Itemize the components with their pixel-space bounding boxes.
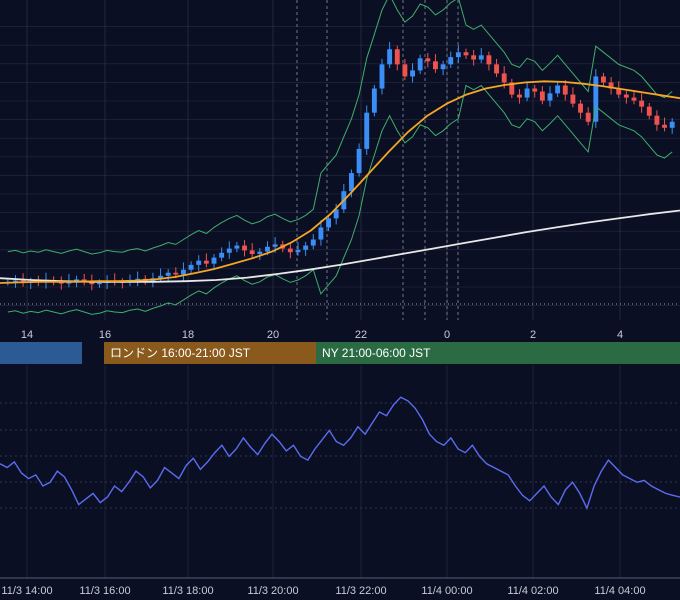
x-tick-label: 22 xyxy=(355,329,367,341)
candle-body xyxy=(310,239,316,246)
candle-body xyxy=(364,112,370,149)
candle-body xyxy=(524,88,530,98)
candle-body xyxy=(417,58,423,71)
candle-body xyxy=(356,148,362,174)
candle-body xyxy=(570,94,576,104)
candle-body xyxy=(211,257,217,264)
candle-body xyxy=(646,106,652,116)
candle-body xyxy=(402,64,408,77)
candle-body xyxy=(219,252,225,258)
candle-body xyxy=(326,218,331,228)
candle-body xyxy=(532,88,538,92)
candle-body xyxy=(562,85,568,95)
x-tick-label: 2 xyxy=(530,329,536,341)
candle-body xyxy=(501,73,507,83)
candle-body xyxy=(303,245,309,250)
candle-body xyxy=(639,100,645,107)
x-tick-label: 14 xyxy=(21,329,33,341)
time-axis-label: 11/4 02:00 xyxy=(507,585,558,597)
candle-body xyxy=(448,57,454,65)
time-axis-label: 11/3 16:00 xyxy=(79,585,130,597)
session-label-london: ロンドン 16:00-21:00 JST xyxy=(110,346,251,360)
candle-body xyxy=(387,49,393,65)
candle-body xyxy=(196,260,202,265)
candle-body xyxy=(623,94,629,98)
candle-body xyxy=(371,88,377,113)
candle-body xyxy=(318,227,324,240)
session-bar-tokyo xyxy=(0,342,82,364)
candle-body xyxy=(249,250,255,255)
candle-body xyxy=(654,115,660,125)
bollinger-upper-line xyxy=(7,0,673,255)
x-tick-label: 4 xyxy=(617,329,623,341)
candle-body xyxy=(242,245,247,251)
x-tick-label: 18 xyxy=(182,329,194,341)
time-axis-label: 11/4 04:00 xyxy=(594,585,645,597)
candle-body xyxy=(433,61,438,70)
candle-body xyxy=(494,64,499,74)
time-axis-label: 11/3 22:00 xyxy=(335,585,386,597)
x-tick-label: 0 xyxy=(444,329,450,341)
candle-body xyxy=(165,272,171,276)
candle-body xyxy=(547,93,553,101)
candle-body xyxy=(410,70,415,77)
candle-body xyxy=(394,49,400,65)
session-label-ny: NY 21:00-06:00 JST xyxy=(322,346,431,360)
chart-canvas: 14 16 18 20 22 0 2 4 11/3 14:00 11/3 16:00 11/3 18… xyxy=(0,0,680,597)
candle-body xyxy=(379,64,385,89)
candle-body xyxy=(97,283,102,285)
candle-body xyxy=(440,64,446,70)
time-axis-label: 11/3 14:00 xyxy=(1,585,52,597)
ma-short-line xyxy=(0,80,680,284)
candle-body xyxy=(203,260,209,264)
candle-body xyxy=(272,244,278,247)
candle-body xyxy=(181,269,186,275)
candle-body xyxy=(539,91,545,101)
candle-body xyxy=(585,112,591,122)
time-axis-label: 11/3 20:00 xyxy=(247,585,298,597)
ma-long-line xyxy=(0,209,680,283)
candle-body xyxy=(226,248,232,253)
candle-body xyxy=(486,55,492,65)
candle-body xyxy=(173,272,179,275)
candle-body xyxy=(287,248,293,253)
candle-body xyxy=(188,264,194,270)
candle-body xyxy=(662,124,667,128)
x-tick-label: 16 xyxy=(99,329,111,341)
candle-body xyxy=(265,246,270,252)
x-tick-label: 20 xyxy=(267,329,279,341)
candle-body xyxy=(517,94,522,98)
candle-body xyxy=(631,97,637,101)
session-bar-london: ロンドン 16:00-21:00 JST xyxy=(104,342,316,364)
candle-body xyxy=(578,103,583,113)
candle-body xyxy=(425,58,431,62)
candle-body xyxy=(601,76,606,83)
time-axis-label: 11/4 00:00 xyxy=(421,585,472,597)
candle-body xyxy=(471,55,477,60)
candle-body xyxy=(295,249,301,253)
time-axis-label: 11/3 18:00 xyxy=(162,585,213,597)
candle-body xyxy=(555,85,561,94)
candle-body xyxy=(455,52,461,58)
candle-body xyxy=(669,121,675,128)
candle-body xyxy=(349,173,354,192)
candle-body xyxy=(257,251,263,255)
candle-body xyxy=(463,52,469,56)
candle-body xyxy=(478,55,484,60)
session-bar-ny: NY 21:00-06:00 JST xyxy=(316,342,680,364)
chart-root: 14 16 18 20 22 0 2 4 11/3 14:00 11/3 16:00 11/3 18… xyxy=(0,0,680,600)
oscillator-line xyxy=(0,396,680,511)
candle-body xyxy=(234,245,240,249)
